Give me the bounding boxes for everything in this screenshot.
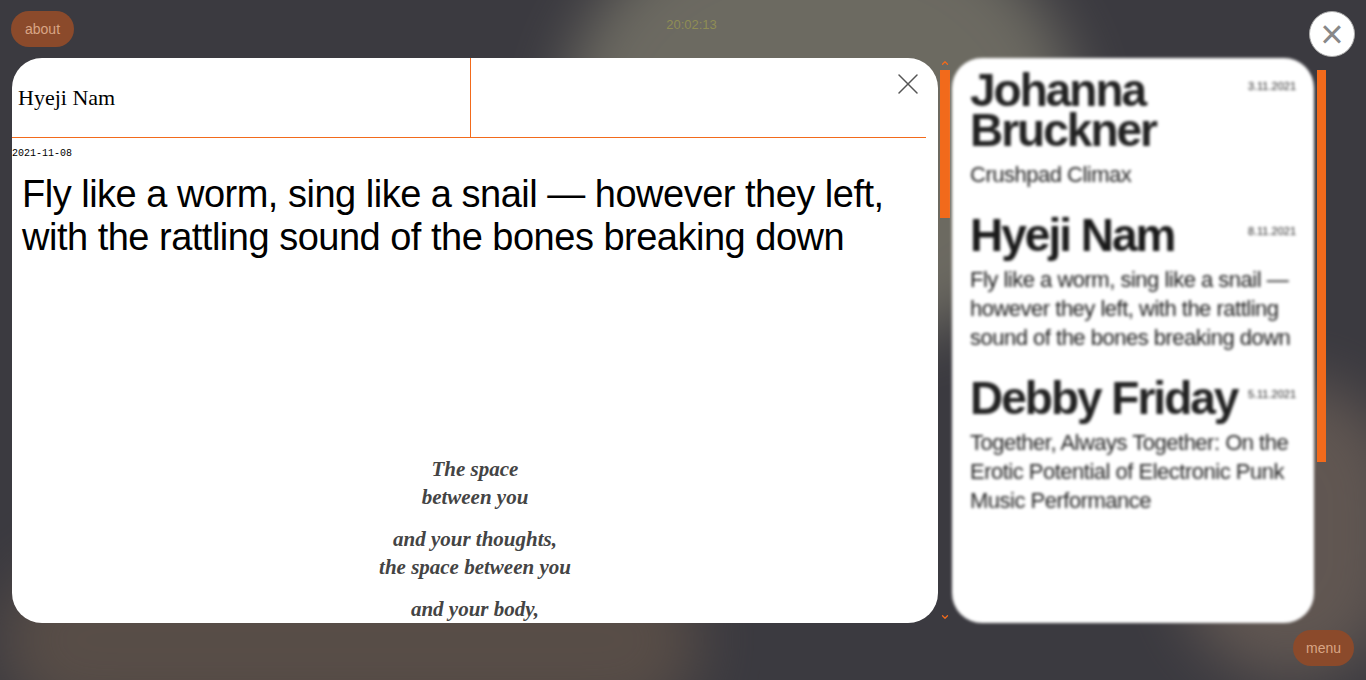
item-subtitle: Crushpad Climax	[970, 160, 1296, 189]
poem-stanza: and your thoughts,the space between you	[379, 525, 571, 581]
page: about 20:02:13 × Hyeji Nam 2021-11-08 Fly lik…	[0, 0, 1366, 680]
author-name: Hyeji Nam	[18, 81, 115, 114]
article-date: 2021-11-08	[12, 146, 938, 161]
article-header: Hyeji Nam	[12, 58, 926, 138]
list-scrollbar[interactable]	[1314, 58, 1328, 623]
article-scrollbar[interactable]	[938, 58, 952, 623]
poem-line: the space between you	[379, 553, 571, 581]
clock: 20:02:13	[666, 15, 717, 35]
about-button[interactable]: about	[11, 11, 74, 47]
list-panel: Johanna Bruckner 3.11.2021 Crushpad Climax…	[952, 58, 1314, 623]
item-date: 5.11.2021	[1248, 386, 1296, 403]
scroll-down-icon[interactable]	[940, 612, 950, 622]
poem-stanza: and your body,	[411, 595, 539, 623]
item-subtitle: Together, Always Together: On the Erotic…	[970, 428, 1296, 515]
scroll-thumb[interactable]	[940, 70, 950, 218]
bottom-bar: menu	[0, 630, 1366, 666]
close-icon	[890, 64, 926, 104]
article-panel: Hyeji Nam 2021-11-08 Fly like a worm, sing…	[12, 58, 938, 623]
scroll-up-icon[interactable]	[940, 58, 950, 68]
top-bar: about 20:02:13 ×	[0, 0, 1366, 58]
list-item[interactable]: Johanna Bruckner 3.11.2021 Crushpad Climax	[970, 70, 1296, 189]
poem-line: and your body,	[411, 595, 539, 623]
poem-line: between you	[422, 483, 529, 511]
article-title: Fly like a worm, sing like a snail — how…	[12, 173, 938, 259]
poem-line: and your thoughts,	[393, 525, 557, 553]
poem-stanza: The spacebetween you	[422, 455, 529, 511]
close-all-button[interactable]: ×	[1309, 11, 1355, 57]
close-article-button[interactable]	[890, 64, 926, 104]
list-item[interactable]: Debby Friday 5.11.2021 Together, Always To…	[970, 378, 1296, 515]
menu-button[interactable]: menu	[1293, 630, 1354, 666]
item-subtitle: Fly like a worm, sing like a snail — how…	[970, 265, 1296, 352]
poem: The spacebetween you and your thoughts,th…	[12, 455, 938, 623]
item-name: Debby Friday	[970, 378, 1237, 418]
item-name: Hyeji Nam	[970, 215, 1174, 255]
poem-line: The space	[432, 455, 519, 483]
list-item[interactable]: Hyeji Nam 8.11.2021 Fly like a worm, sing …	[970, 215, 1296, 352]
item-date: 8.11.2021	[1248, 223, 1296, 240]
item-date: 3.11.2021	[1248, 78, 1296, 95]
close-icon: ×	[1320, 14, 1343, 54]
scroll-thumb[interactable]	[1317, 70, 1326, 462]
panels-row: Hyeji Nam 2021-11-08 Fly like a worm, sing…	[0, 58, 1366, 623]
author-cell: Hyeji Nam	[12, 58, 471, 137]
item-name: Johanna Bruckner	[970, 70, 1240, 150]
